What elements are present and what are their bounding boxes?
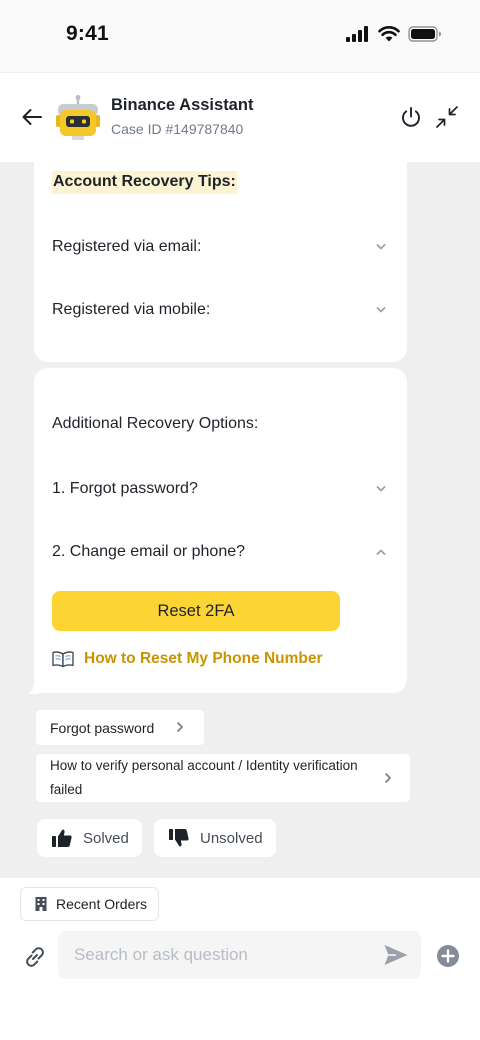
search-input[interactable] (74, 931, 374, 979)
message-input-box (58, 931, 421, 979)
recovery-tips-card: Account Recovery Tips: Registered via em… (34, 162, 407, 362)
minimize-button[interactable] (434, 104, 460, 130)
back-button[interactable] (18, 103, 46, 131)
chevron-right-icon (385, 773, 391, 783)
link-icon (26, 947, 44, 967)
recovery-tips-title: Account Recovery Tips: (52, 171, 237, 194)
accordion-registered-mobile[interactable]: Registered via mobile: (52, 297, 387, 323)
recent-orders-button[interactable]: Recent Orders (20, 887, 159, 921)
chevron-right-icon (177, 722, 183, 732)
unsolved-label: Unsolved (200, 829, 263, 847)
chat-area[interactable]: Account Recovery Tips: Registered via em… (0, 162, 480, 878)
status-bar: 9:41 (0, 0, 480, 72)
accordion-label: 1. Forgot password? (52, 480, 198, 497)
end-chat-button[interactable] (398, 104, 424, 130)
send-icon (384, 945, 408, 965)
solved-button[interactable]: Solved (37, 819, 142, 857)
composer-area: Recent Orders (0, 878, 480, 1040)
attach-link-button[interactable] (20, 942, 50, 972)
recent-orders-label: Recent Orders (56, 896, 148, 912)
bubble-tail (28, 680, 38, 694)
chevron-down-icon (376, 244, 386, 250)
accordion-registered-email[interactable]: Registered via email: (52, 234, 387, 260)
accordion-label: 2. Change email or phone? (52, 543, 246, 560)
suggestion-chip-verify-identity[interactable]: How to verify personal account / Identit… (36, 754, 410, 802)
send-button[interactable] (383, 943, 409, 967)
chat-header: Binance Assistant Case ID #149787840 (0, 72, 480, 162)
chevron-down-icon (376, 307, 386, 313)
plus-circle-icon (437, 945, 459, 967)
status-icons (346, 26, 442, 42)
suggestion-label: How to verify personal account / Identit… (50, 758, 358, 797)
reset-2fa-button[interactable]: Reset 2FA (52, 591, 340, 631)
add-button[interactable] (436, 944, 460, 968)
accordion-label: Registered via mobile: (52, 301, 211, 318)
minimize-arrows-icon (436, 106, 458, 128)
battery-icon (408, 26, 441, 42)
bot-avatar-icon (56, 95, 100, 140)
open-book-icon (52, 651, 74, 668)
solved-label: Solved (83, 829, 129, 847)
suggestion-label: Forgot password (50, 719, 155, 736)
guide-link-text: How to Reset My Phone Number (84, 650, 323, 667)
status-time: 9:41 (66, 22, 109, 45)
thumbs-down-icon (169, 829, 189, 847)
additional-options-card: Additional Recovery Options: 1. Forgot p… (34, 368, 407, 693)
building-icon (35, 897, 47, 911)
chevron-down-icon (376, 486, 386, 492)
wifi-icon (378, 26, 400, 42)
header-title: Binance Assistant (111, 96, 254, 114)
thumbs-up-icon (52, 829, 72, 847)
power-icon (402, 107, 420, 127)
unsolved-button[interactable]: Unsolved (154, 819, 276, 857)
suggestion-chip-forgot-password[interactable]: Forgot password (36, 710, 204, 745)
case-id: Case ID #149787840 (111, 121, 244, 137)
accordion-label: Registered via email: (52, 238, 202, 255)
arrow-left-icon (22, 109, 42, 125)
accordion-change-email-phone[interactable]: 2. Change email or phone? (52, 539, 387, 565)
accordion-forgot-password[interactable]: 1. Forgot password? (52, 476, 387, 502)
chevron-up-icon (376, 549, 386, 555)
reset-phone-guide-link[interactable]: How to Reset My Phone Number (52, 650, 323, 668)
cellular-signal-icon (346, 26, 368, 42)
additional-options-title: Additional Recovery Options: (52, 415, 259, 432)
